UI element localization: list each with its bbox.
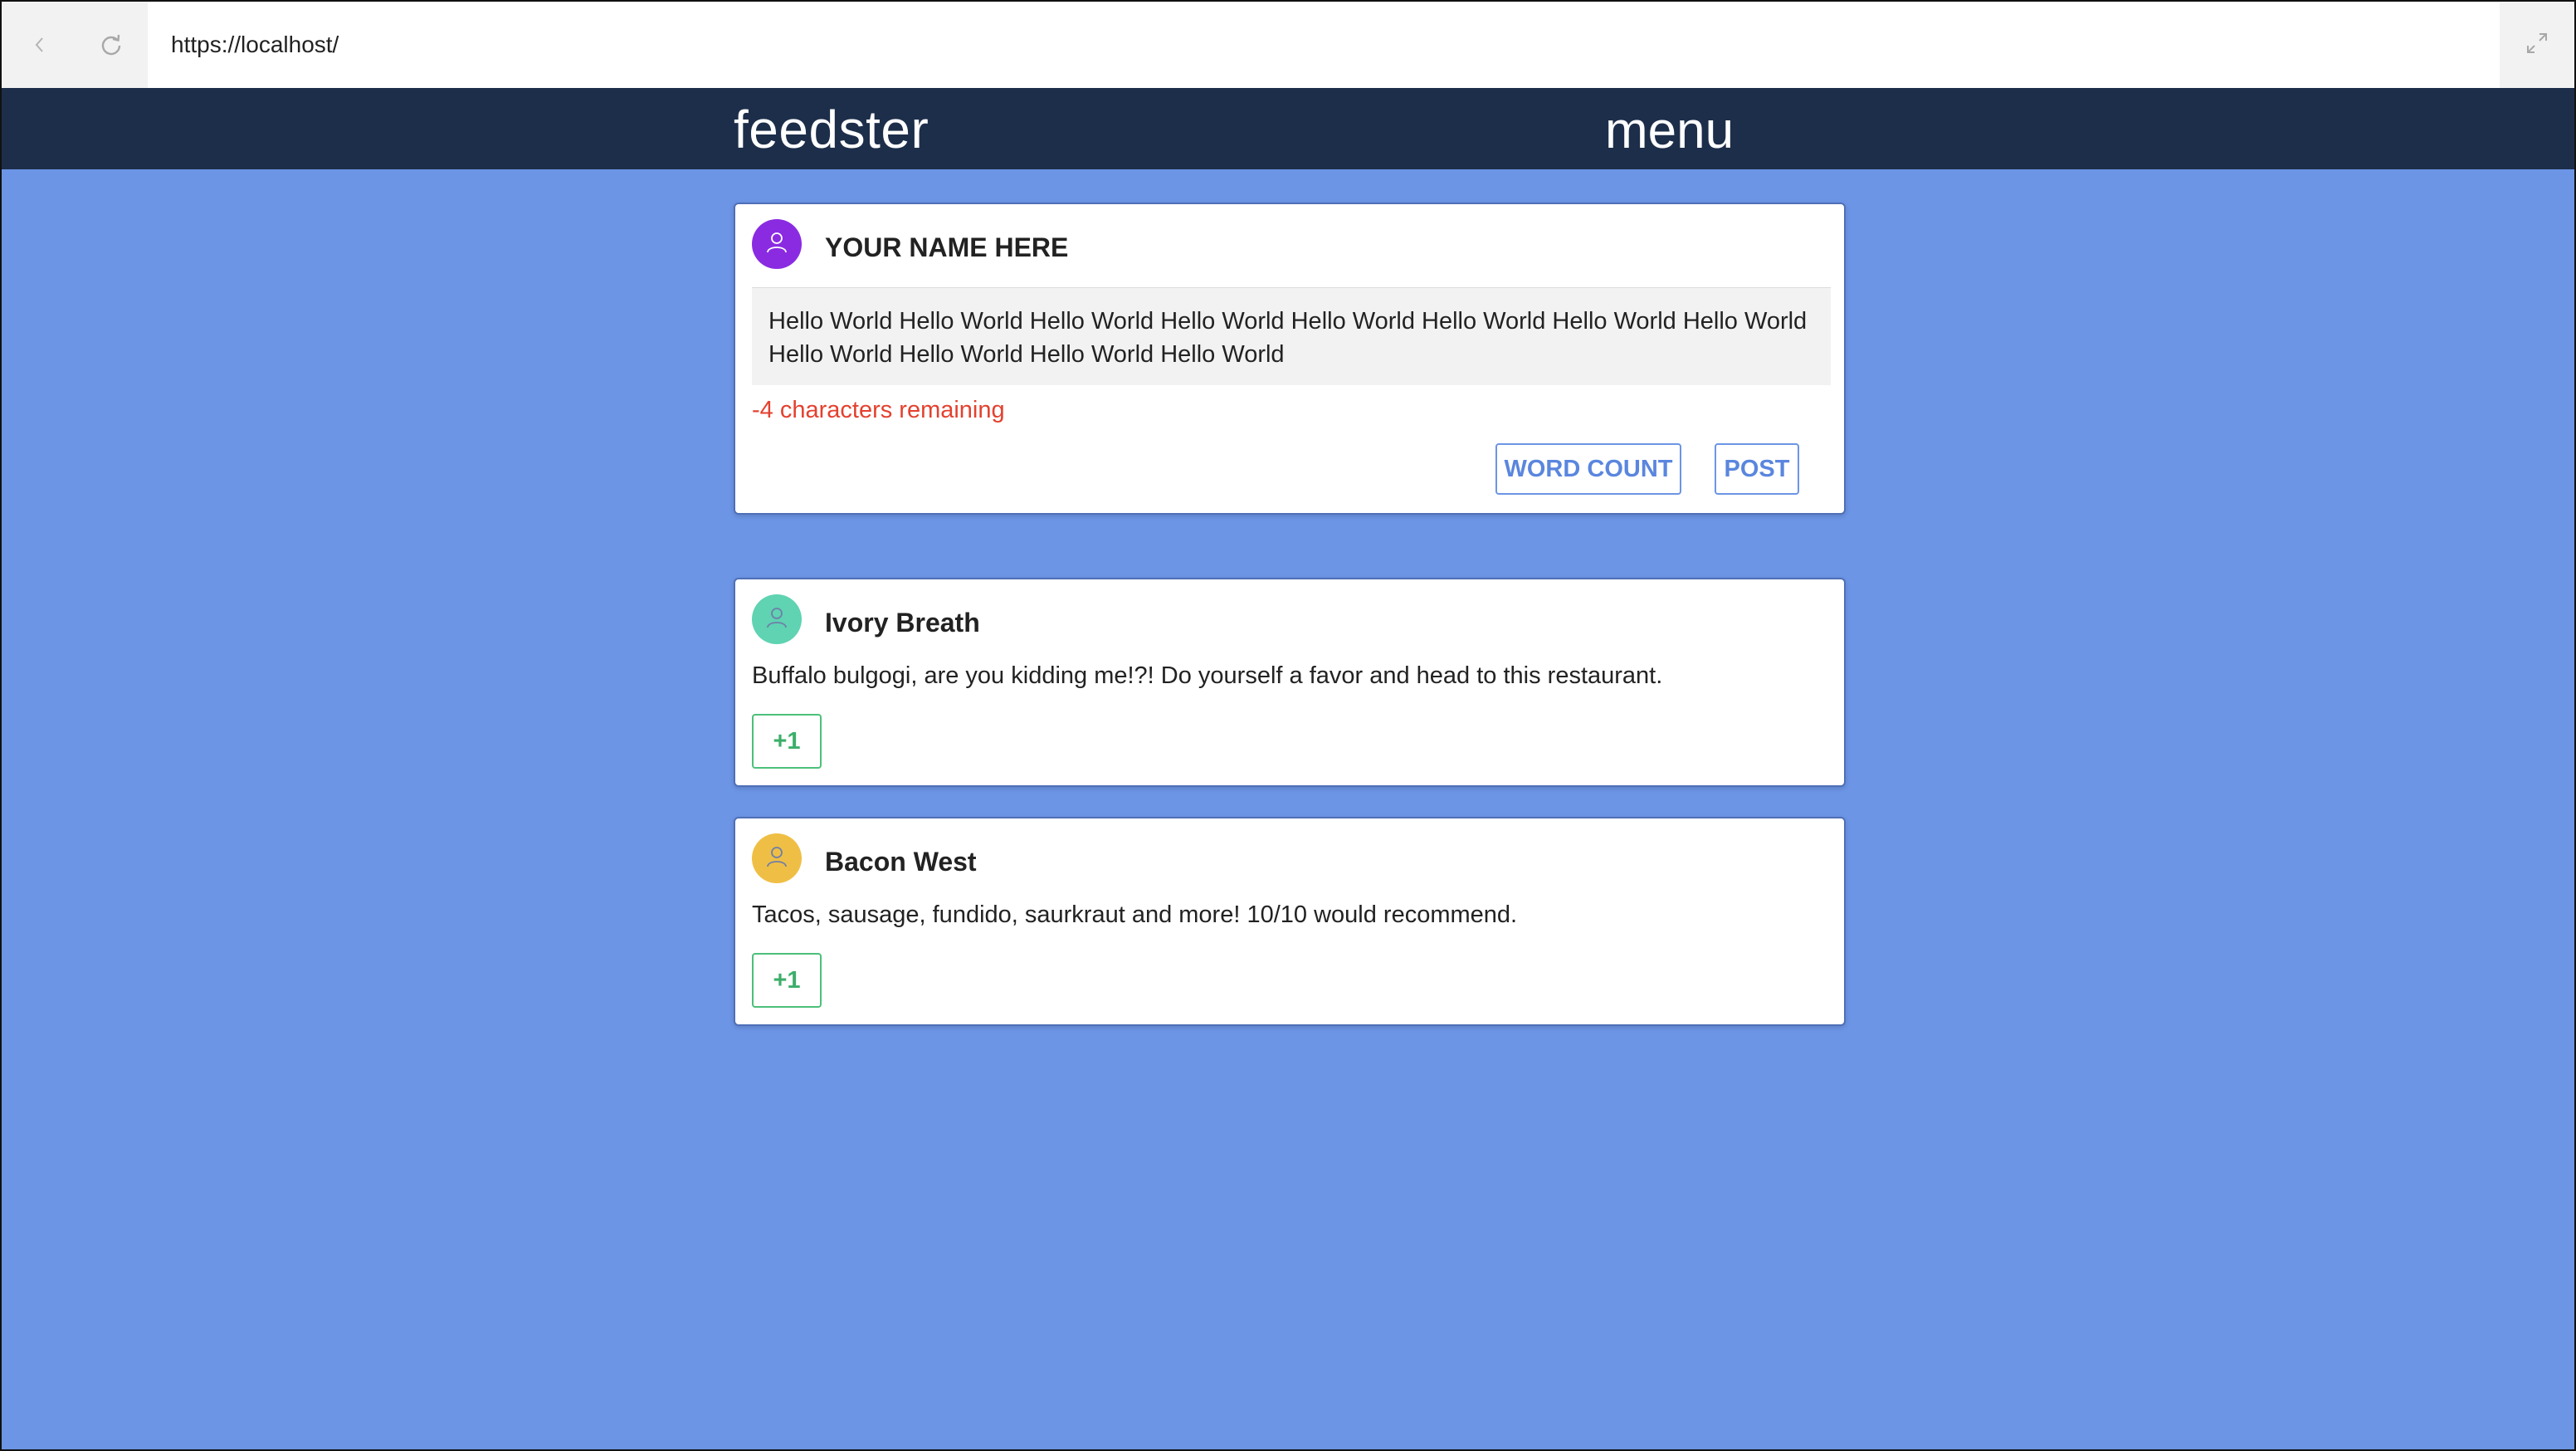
user-icon bbox=[764, 230, 789, 259]
post-body: Tacos, sausage, fundido, saurkraut and m… bbox=[752, 901, 1518, 928]
user-icon bbox=[764, 605, 789, 634]
word-count-button[interactable]: WORD COUNT bbox=[1495, 443, 1681, 495]
composer-card: YOUR NAME HERE Hello World Hello World H… bbox=[734, 203, 1846, 515]
back-button[interactable] bbox=[22, 27, 58, 63]
brand-logo[interactable]: feedster bbox=[734, 96, 929, 163]
user-icon bbox=[764, 844, 789, 873]
app-header: feedster menu bbox=[2, 88, 2574, 169]
reload-icon bbox=[100, 33, 123, 56]
expand-icon bbox=[2525, 32, 2549, 59]
address-bar[interactable]: https://localhost/ bbox=[171, 28, 339, 61]
menu-button[interactable]: menu bbox=[1605, 98, 1734, 164]
fullscreen-button[interactable] bbox=[2500, 2, 2574, 88]
feed-post: Bacon West Tacos, sausage, fundido, saur… bbox=[734, 817, 1846, 1026]
feed-post: Ivory Breath Buffalo bulgogi, are you ki… bbox=[734, 578, 1846, 787]
characters-remaining: -4 characters remaining bbox=[752, 397, 1005, 423]
avatar bbox=[752, 594, 802, 644]
reload-button[interactable] bbox=[93, 27, 129, 63]
post-button[interactable]: POST bbox=[1715, 443, 1799, 495]
composer-name: YOUR NAME HERE bbox=[825, 232, 1069, 262]
avatar bbox=[752, 219, 802, 269]
post-textarea[interactable]: Hello World Hello World Hello World Hell… bbox=[752, 287, 1831, 385]
browser-nav-controls bbox=[2, 2, 148, 88]
post-author: Bacon West bbox=[825, 847, 977, 877]
upvote-button[interactable]: +1 bbox=[752, 714, 822, 769]
browser-toolbar: https://localhost/ bbox=[2, 2, 2574, 89]
chevron-left-icon bbox=[32, 34, 48, 56]
upvote-button[interactable]: +1 bbox=[752, 953, 822, 1008]
post-author: Ivory Breath bbox=[825, 608, 980, 638]
avatar bbox=[752, 833, 802, 883]
post-body: Buffalo bulgogi, are you kidding me!?! D… bbox=[752, 662, 1663, 689]
